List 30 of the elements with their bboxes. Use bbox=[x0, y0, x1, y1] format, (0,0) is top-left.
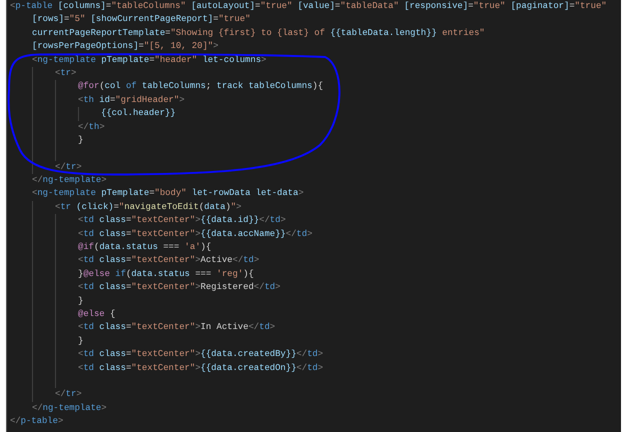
code-line: {{col.header}} bbox=[101, 107, 176, 120]
code-line: </p-table> bbox=[10, 415, 64, 428]
code-line: <tr> bbox=[55, 66, 76, 80]
code-line: </ng-template> bbox=[32, 402, 107, 415]
code-line: <td class="textCenter">In Active</td> bbox=[78, 321, 276, 334]
code-line: @else { bbox=[78, 308, 116, 321]
code-line: } bbox=[78, 134, 84, 147]
code-line: [rows]="5" [showCurrentPageReport]="true" bbox=[32, 13, 250, 26]
code-line: }@else if(data.status === 'reg'){ bbox=[78, 268, 254, 281]
code-line: } bbox=[78, 334, 84, 348]
code-line: @for(col of tableColumns; track tableColumns){ bbox=[78, 80, 324, 94]
code-line: <td class="textCenter">{{data.accName}}</td> bbox=[78, 228, 312, 241]
code-line: <td class="textCenter">{{data.createdOn}}</td> bbox=[78, 362, 324, 375]
code-line: </tr> bbox=[55, 388, 82, 402]
code-line: <td class="textCenter">Registered</td> bbox=[78, 281, 280, 294]
code-line: <td class="textCenter">{{data.id}}</td> bbox=[78, 214, 286, 228]
code-line: <p-table [columns]="tableColumns" [autoLayout]="true" [value]="tableData" [responsive]="true" [paginator]="true" bbox=[10, 0, 607, 13]
code-line: </ng-template> bbox=[32, 174, 107, 188]
code-line: [rowsPerPageOptions]="[5, 10, 20]"> bbox=[32, 40, 218, 54]
code-line: </th> bbox=[78, 120, 105, 134]
code-line: <th id="gridHeader"> bbox=[78, 94, 185, 107]
code-line: <td class="textCenter">Active</td> bbox=[78, 254, 260, 268]
code-line: } bbox=[78, 294, 84, 308]
code-line: </tr> bbox=[55, 160, 82, 174]
code-line: currentPageReportTemplate="Showing {first} to {last} of {{tableData.length}} entries" bbox=[32, 26, 485, 40]
code-line: <ng-template pTemplate="body" let-rowData let-data> bbox=[32, 187, 304, 200]
code-line: <ng-template pTemplate="header" let-columns> bbox=[32, 54, 266, 67]
code-line: <td class="textCenter">{{data.createdBy}}</td> bbox=[78, 348, 324, 362]
code-line: <tr (click)="navigateToEdit(data)"> bbox=[55, 200, 242, 214]
code-line: @if(data.status === 'a'){ bbox=[78, 241, 212, 254]
